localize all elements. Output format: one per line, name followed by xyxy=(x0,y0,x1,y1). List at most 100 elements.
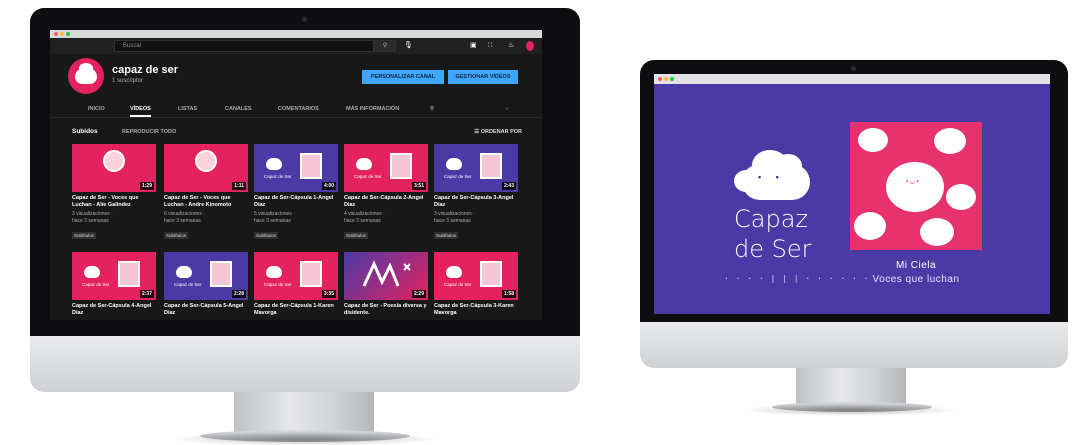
maximize-dot[interactable] xyxy=(670,77,674,81)
cloud-character xyxy=(886,162,944,212)
video-age: hace 3 semanas xyxy=(72,217,109,224)
video-duration: 2:29 xyxy=(411,290,426,298)
video-thumbnail[interactable]: Capaz de Ser 3:35 xyxy=(254,252,338,300)
close-dot[interactable] xyxy=(54,32,58,36)
cloud-icon xyxy=(356,158,372,170)
video-thumbnail[interactable]: 1:29 xyxy=(72,144,156,192)
search-icon[interactable]: ⚲ xyxy=(374,40,396,52)
video-card[interactable]: 1:29 Capaz de Ser - Voces que Luchan - A… xyxy=(72,144,156,242)
video-duration: 4:00 xyxy=(321,182,336,190)
close-dot[interactable] xyxy=(658,77,662,81)
maximize-dot[interactable] xyxy=(66,32,70,36)
youtube-screen: Buscar ⚲ 🎙 ▣ ∷ ♨ capaz de ser 1 suscript… xyxy=(50,30,542,320)
video-thumbnail[interactable]: Capaz de Ser 2:37 xyxy=(72,252,156,300)
video-title[interactable]: Capaz de Ser-Cápsula 2-Angel Diaz xyxy=(344,195,428,209)
mockup-scene: Buscar ⚲ 🎙 ▣ ∷ ♨ capaz de ser 1 suscript… xyxy=(0,0,1090,445)
portrait-image xyxy=(300,261,322,287)
tab-inicio[interactable]: INICIO xyxy=(88,106,105,112)
video-thumbnail[interactable]: Capaz de Ser 3:51 xyxy=(344,144,428,192)
video-age: hace 3 semanas xyxy=(254,217,291,224)
cloud-character xyxy=(858,128,888,152)
cloud-icon xyxy=(446,266,462,278)
video-duration: 2:43 xyxy=(501,182,516,190)
tab-mas-informacion[interactable]: MÁS INFORMACIÓN xyxy=(346,106,399,112)
portrait-image xyxy=(480,261,502,287)
brand-line-2: de Ser xyxy=(734,235,812,263)
video-thumbnail[interactable]: Capaz de Ser 2:28 xyxy=(164,252,248,300)
create-video-icon[interactable]: ▣ xyxy=(470,41,477,49)
video-card[interactable]: 2:29 Capaz de Ser - Poesía diversa y dis… xyxy=(344,252,428,317)
song-subtitle: Voces que luchan xyxy=(872,274,960,285)
customize-channel-button[interactable]: PERSONALIZAR CANAL xyxy=(362,70,444,84)
chevron-right-icon[interactable]: › xyxy=(506,106,508,112)
video-thumbnail[interactable]: Capaz de Ser 4:00 xyxy=(254,144,338,192)
thumbnail-label: Capaz de Ser xyxy=(264,174,292,179)
subtitles-badge: Subtítulos xyxy=(344,232,369,239)
video-thumbnail[interactable]: 2:29 xyxy=(344,252,428,300)
video-card[interactable]: Capaz de Ser 3:51 Capaz de Ser-Cápsula 2… xyxy=(344,144,428,242)
cloud-icon xyxy=(446,158,462,170)
account-avatar[interactable] xyxy=(526,41,534,51)
video-title[interactable]: Capaz de Ser-Cápsula 1-Angel Diaz xyxy=(254,195,338,209)
video-thumbnail[interactable]: 1:11 xyxy=(164,144,248,192)
video-age: hace 3 semanas xyxy=(434,217,471,224)
video-card[interactable]: Capaz de Ser 2:28 Capaz de Ser-Cápsula 5… xyxy=(164,252,248,317)
cloud-character xyxy=(920,218,954,246)
video-duration: 1:11 xyxy=(232,182,246,190)
notifications-bell-icon[interactable]: ♨ xyxy=(508,41,514,49)
video-card[interactable]: Capaz de Ser 3:35 Capaz de Ser-Cápsula 1… xyxy=(254,252,338,317)
video-duration: 3:35 xyxy=(321,290,336,298)
brand-line-1: Capaz xyxy=(734,205,809,233)
subtitles-badge: Subtítulos xyxy=(254,232,279,239)
video-title[interactable]: Capaz de Ser - Poesía diversa y disident… xyxy=(344,303,428,317)
tab-comentarios[interactable]: COMENTARIOS xyxy=(278,106,319,112)
portrait-image xyxy=(118,261,140,287)
video-duration: 2:28 xyxy=(231,290,246,298)
channel-avatar[interactable] xyxy=(68,58,104,94)
thumbnail-label: Capaz de Ser xyxy=(354,174,382,179)
video-card[interactable]: Capaz de Ser 2:37 Capaz de Ser-Cápsula 4… xyxy=(72,252,156,317)
subscriber-count: 1 suscriptor xyxy=(112,78,144,84)
minimize-dot[interactable] xyxy=(60,32,64,36)
music-player-screen: • • Capaz de Ser · · · · | | | · · · · ·… xyxy=(654,74,1050,314)
video-title[interactable]: Capaz de Ser-Cápsula 3-Angel Diaz xyxy=(434,195,518,209)
sort-by-button[interactable]: ☰ ORDENAR POR xyxy=(474,129,522,135)
video-card[interactable]: 1:11 Capaz de Ser - Voces que Luchan - A… xyxy=(164,144,248,242)
camera xyxy=(851,66,856,71)
tab-canales[interactable]: CANALES xyxy=(225,106,252,112)
sort-by-label: ORDENAR POR xyxy=(480,129,522,135)
channel-tabs: INICIO VÍDEOS LISTAS CANALES COMENTARIOS… xyxy=(50,104,542,118)
cloud-icon xyxy=(84,266,100,278)
video-title[interactable]: Capaz de Ser - Voces que Luchan - Andre … xyxy=(164,195,248,209)
subtitles-badge: Subtítulos xyxy=(164,232,189,239)
video-title[interactable]: Capaz de Ser-Cápsula 5-Angel Diaz xyxy=(164,303,248,317)
apps-grid-icon[interactable]: ∷ xyxy=(488,41,492,49)
video-title[interactable]: Capaz de Ser-Cápsula 4-Angel Diaz xyxy=(72,303,156,317)
video-thumbnail[interactable]: Capaz de Ser 1:58 xyxy=(434,252,518,300)
imac-right-chin xyxy=(640,322,1068,368)
video-title[interactable]: Capaz de Ser - Voces que Luchan - Alie G… xyxy=(72,195,156,209)
video-card[interactable]: Capaz de Ser 2:43 Capaz de Ser-Cápsula 3… xyxy=(434,144,518,242)
video-thumbnail[interactable]: Capaz de Ser 2:43 xyxy=(434,144,518,192)
video-card[interactable]: Capaz de Ser 1:58 Capaz de Ser-Cápsula 3… xyxy=(434,252,518,317)
video-card[interactable]: Capaz de Ser 4:00 Capaz de Ser-Cápsula 1… xyxy=(254,144,338,242)
portrait-image xyxy=(195,150,217,172)
camera xyxy=(302,17,307,22)
tab-listas[interactable]: LISTAS xyxy=(178,106,197,112)
video-title[interactable]: Capaz de Ser-Cápsula 3-Karen Mavorga xyxy=(434,303,518,317)
video-title[interactable]: Capaz de Ser-Cápsula 1-Karen Mavorga xyxy=(254,303,338,317)
browser-chrome xyxy=(654,74,1050,84)
search-icon[interactable]: ⚲ xyxy=(430,106,434,112)
tab-videos[interactable]: VÍDEOS xyxy=(130,106,151,117)
cloud-logo-icon: • • xyxy=(734,146,816,202)
search-input[interactable]: Buscar xyxy=(114,40,374,52)
video-age: hace 3 semanas xyxy=(164,217,201,224)
minimize-dot[interactable] xyxy=(664,77,668,81)
manage-videos-button[interactable]: GESTIONAR VÍDEOS xyxy=(448,70,518,84)
sort-icon: ☰ xyxy=(474,129,480,135)
microphone-icon[interactable]: 🎙 xyxy=(404,41,413,51)
cloud-icon xyxy=(266,158,282,170)
play-all-button[interactable]: REPRODUCIR TODO xyxy=(122,129,176,135)
thumbnail-label: Capaz de Ser xyxy=(264,282,292,287)
cloud-icon xyxy=(75,63,97,84)
